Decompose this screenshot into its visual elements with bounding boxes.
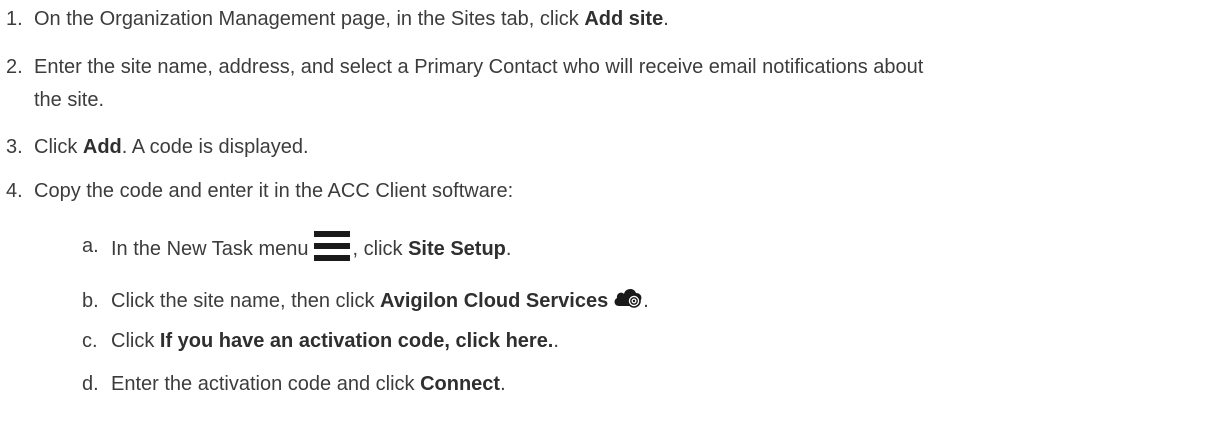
ui-term: Add [82, 136, 122, 158]
cloud-services-icon [613, 286, 643, 308]
step-number: 3. [6, 136, 23, 158]
ui-term: Add site [584, 8, 664, 30]
step-text: Enter the site name, address, and select… [34, 56, 924, 78]
substep-letter: d. [82, 373, 99, 395]
ui-term: Avigilon Cloud Services [380, 290, 609, 312]
substep-letter: a. [82, 235, 99, 257]
step-text: Click Add. A code is displayed. [34, 136, 309, 158]
step-text: the site. [34, 89, 105, 111]
step-text: On the Organization Management page, in … [34, 8, 669, 30]
substep-text: Click If you have an activation code, cl… [111, 330, 559, 352]
step-number: 4. [6, 180, 23, 202]
ui-term: Site Setup [408, 238, 506, 260]
substep-letter: b. [82, 290, 99, 312]
step-text: Copy the code and enter it in the ACC Cl… [34, 180, 514, 202]
substep-text: Enter the activation code and click Conn… [111, 373, 506, 395]
substep-text: In the New Task menu, click Site Setup. [111, 231, 1206, 264]
ui-term: If you have an activation code, click he… [159, 330, 554, 352]
hamburger-menu-icon [313, 231, 350, 261]
substep-letter: c. [82, 330, 98, 352]
step-number: 2. [6, 56, 23, 78]
step-number: 1. [6, 8, 23, 30]
substep-text: Click the site name, then click Avigilon… [111, 286, 1206, 316]
instructions-document: 1. On the Organization Management page, … [0, 0, 1226, 421]
ui-term: Connect [420, 373, 501, 395]
